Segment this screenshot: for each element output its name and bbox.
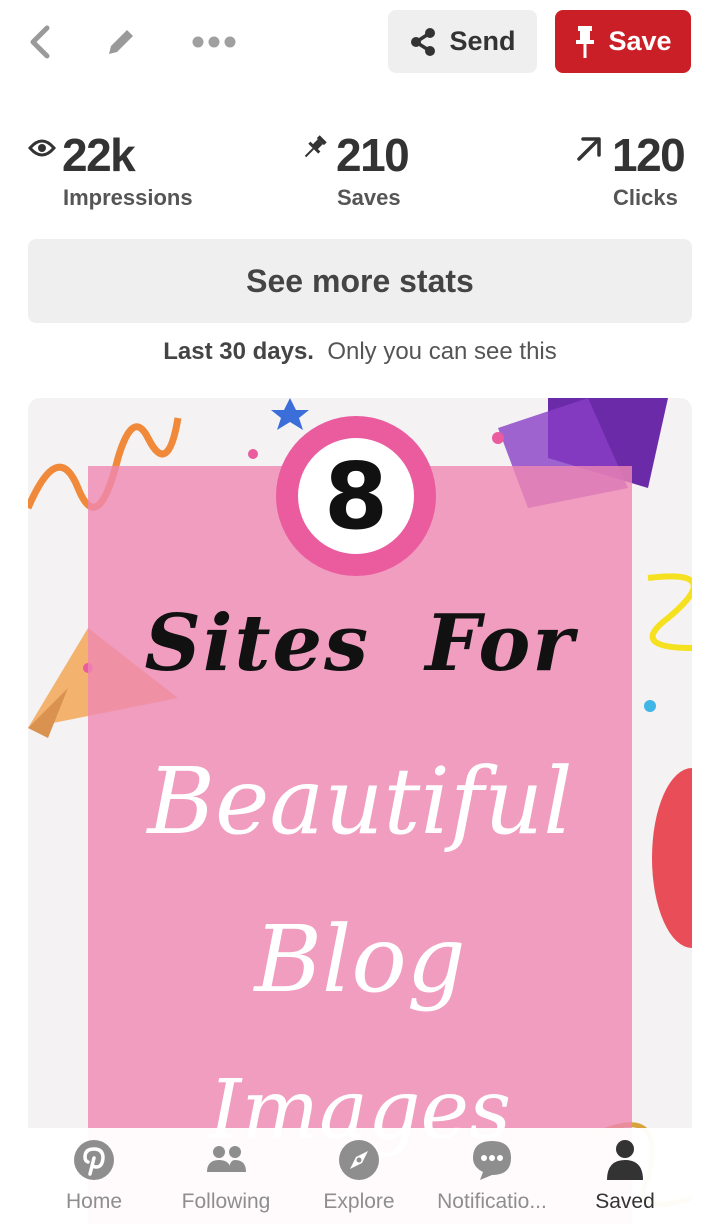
nav-item-following[interactable]: Following: [160, 1128, 292, 1224]
send-label: Send: [449, 26, 516, 56]
share-icon: [411, 27, 436, 56]
nav-item-home[interactable]: Home: [28, 1128, 160, 1224]
saves-label: Saves: [337, 185, 401, 210]
back-icon: [30, 25, 50, 59]
pin-title-line-3: Blog: [254, 906, 466, 1013]
send-button[interactable]: Send: [388, 10, 537, 73]
range-visibility: Only you can see this: [327, 338, 557, 365]
see-more-stats-button[interactable]: See more stats: [28, 239, 692, 323]
clicks-value: 120: [612, 129, 686, 181]
pinterest-logo-icon: [74, 1140, 114, 1180]
nav-label-home: Home: [65, 1190, 123, 1213]
pin-image[interactable]: 8 Sites For Beautiful Blog Images: [28, 398, 692, 1224]
nav-label-saved: Saved: [595, 1190, 655, 1213]
compass-icon: [339, 1140, 379, 1180]
eye-icon: [28, 139, 56, 157]
saves-value: 210: [336, 129, 410, 181]
top-bar: Send Save: [0, 0, 720, 86]
arrow-up-right-icon: [577, 137, 601, 161]
nav-label-explore: Explore: [323, 1190, 395, 1213]
people-icon: [207, 1146, 246, 1172]
back-button[interactable]: [20, 20, 60, 64]
save-button[interactable]: Save: [555, 10, 691, 73]
person-icon: [607, 1140, 643, 1180]
stats-range-note: Last 30 days. Only you can see this: [0, 338, 720, 366]
number-badge: 8: [276, 416, 436, 576]
impressions-value: 22k: [62, 129, 136, 181]
edit-icon: [109, 30, 133, 54]
edit-button[interactable]: [98, 20, 144, 64]
range-period: Last 30 days.: [163, 338, 314, 365]
pin-title-line-1: Sites For: [144, 598, 576, 689]
badge-number: 8: [298, 438, 414, 554]
chat-bubble-icon: [473, 1141, 511, 1180]
impressions-label: Impressions: [63, 185, 193, 210]
nav-item-explore[interactable]: Explore: [292, 1128, 426, 1224]
more-options-button[interactable]: [186, 20, 242, 64]
save-label: Save: [608, 26, 672, 56]
nav-item-notifications[interactable]: Notificatio...: [426, 1128, 558, 1224]
pin-title-line-2: Beautiful: [147, 748, 573, 855]
pushpin-icon: [304, 135, 327, 158]
more-icon: [192, 36, 236, 48]
nav-label-notifications: Notificatio...: [437, 1190, 547, 1213]
pin-icon: [576, 25, 595, 58]
nav-item-saved[interactable]: Saved: [558, 1128, 692, 1224]
nav-label-following: Following: [181, 1190, 271, 1213]
bottom-navigation: Home Following Explore Notificatio... Sa…: [28, 1128, 692, 1224]
clicks-label: Clicks: [613, 185, 678, 210]
